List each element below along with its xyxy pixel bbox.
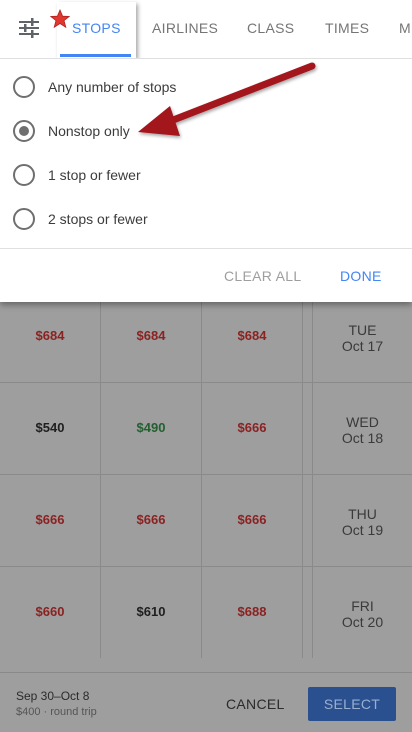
- stops-filter-panel: STOPS AIRLINES CLASS TIMES M Any number …: [0, 0, 412, 302]
- fare-row: $666 $666 $666 THU Oct 19: [0, 474, 412, 567]
- column-gap: [303, 474, 313, 566]
- fare-row: $684 $684 $684 TUE Oct 17: [0, 302, 412, 383]
- return-date-cell: FRI Oct 20: [313, 566, 412, 658]
- stop-option-one-stop[interactable]: 1 stop or fewer: [0, 153, 412, 197]
- column-gap: [303, 566, 313, 658]
- stop-option-label: 1 stop or fewer: [48, 167, 141, 183]
- return-date-cell: WED Oct 18: [313, 382, 412, 474]
- panel-divider: [0, 248, 412, 249]
- fare-row: $660 $610 $688 FRI Oct 20: [0, 566, 412, 658]
- radio-button[interactable]: [13, 164, 35, 186]
- fare-cell[interactable]: $684: [202, 302, 303, 382]
- radio-button-selected[interactable]: [13, 120, 35, 142]
- radio-dot: [19, 126, 29, 136]
- column-gap: [303, 302, 313, 382]
- stop-option-any[interactable]: Any number of stops: [0, 65, 412, 109]
- fare-calendar-grid: $684 $684 $684 TUE Oct 17 $540 $490 $666…: [0, 302, 412, 658]
- stop-option-label: Any number of stops: [48, 79, 177, 95]
- tab-more[interactable]: M: [399, 0, 411, 56]
- fare-cell[interactable]: $660: [0, 566, 101, 658]
- fare-cell[interactable]: $666: [0, 474, 101, 566]
- fare-cell[interactable]: $490: [101, 382, 202, 474]
- tab-stops[interactable]: STOPS: [72, 0, 121, 56]
- tab-times[interactable]: TIMES: [325, 0, 369, 56]
- date-label: Oct 18: [341, 430, 384, 446]
- column-gap: [303, 382, 313, 474]
- tab-class[interactable]: CLASS: [247, 0, 294, 56]
- tab-airlines[interactable]: AIRLINES: [152, 0, 218, 56]
- active-tab-indicator: [60, 54, 131, 57]
- weekday-label: WED: [346, 414, 379, 430]
- stop-option-label: Nonstop only: [48, 123, 130, 139]
- fare-cell[interactable]: $666: [202, 382, 303, 474]
- star-icon: [49, 8, 71, 29]
- return-date-cell: TUE Oct 17: [313, 302, 412, 382]
- trip-price: $400 · round trip: [16, 706, 97, 718]
- fare-cell[interactable]: $684: [0, 302, 101, 382]
- fare-row: $540 $490 $666 WED Oct 18: [0, 382, 412, 475]
- date-label: Oct 20: [341, 614, 384, 630]
- filter-sliders-icon[interactable]: [18, 17, 40, 39]
- fare-cell[interactable]: $688: [202, 566, 303, 658]
- fare-cell[interactable]: $666: [101, 474, 202, 566]
- radio-button[interactable]: [13, 76, 35, 98]
- weekday-label: THU: [348, 506, 377, 522]
- fare-cell[interactable]: $666: [202, 474, 303, 566]
- filter-tab-bar: STOPS AIRLINES CLASS TIMES M: [0, 0, 412, 59]
- select-button[interactable]: SELECT: [308, 687, 396, 721]
- date-label: Oct 17: [341, 338, 384, 354]
- return-date-cell: THU Oct 19: [313, 474, 412, 566]
- trip-dates: Sep 30–Oct 8: [16, 689, 90, 703]
- cancel-button[interactable]: CANCEL: [226, 689, 285, 719]
- stop-option-label: 2 stops or fewer: [48, 211, 148, 227]
- weekday-label: TUE: [348, 322, 377, 338]
- fare-cell[interactable]: $540: [0, 382, 101, 474]
- fare-cell[interactable]: $610: [101, 566, 202, 658]
- weekday-label: FRI: [351, 598, 374, 614]
- clear-all-button[interactable]: CLEAR ALL: [224, 262, 301, 290]
- stop-option-two-stops[interactable]: 2 stops or fewer: [0, 197, 412, 241]
- stop-option-nonstop[interactable]: Nonstop only: [0, 109, 412, 153]
- selection-bottom-bar: Sep 30–Oct 8 $400 · round trip CANCEL SE…: [0, 672, 412, 732]
- done-button[interactable]: DONE: [340, 262, 382, 290]
- fare-cell[interactable]: $684: [101, 302, 202, 382]
- date-label: Oct 19: [341, 522, 384, 538]
- radio-button[interactable]: [13, 208, 35, 230]
